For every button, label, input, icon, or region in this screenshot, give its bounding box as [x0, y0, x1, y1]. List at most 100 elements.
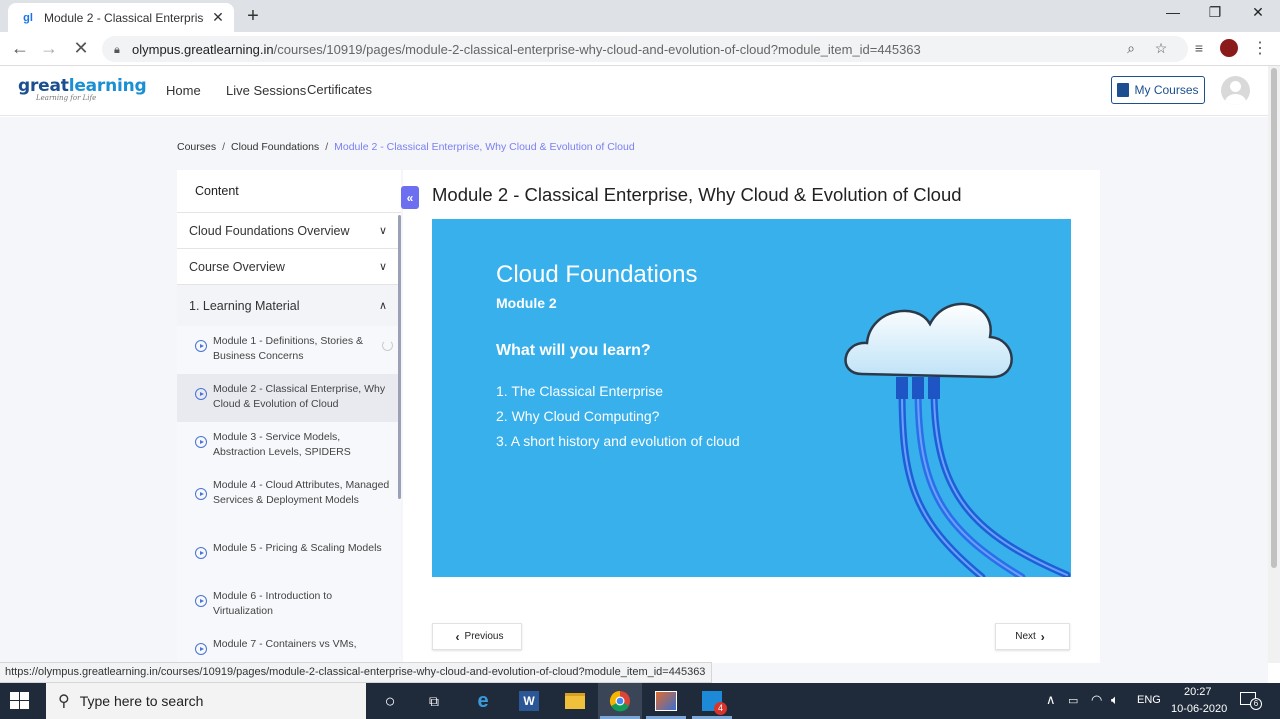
cortana-icon[interactable]: ○ — [377, 689, 403, 713]
previous-button[interactable]: ‹ Previous — [432, 623, 522, 650]
my-courses-button[interactable]: My Courses — [1111, 76, 1205, 104]
window-close-icon[interactable]: ✕ — [1248, 4, 1268, 21]
section-label: 1. Learning Material — [189, 298, 300, 313]
file-explorer-icon[interactable] — [562, 689, 588, 713]
content-sidebar: Content Cloud Foundations Overview ∨ Cou… — [177, 170, 401, 663]
book-icon — [1117, 83, 1130, 97]
back-arrow-icon[interactable]: ← — [9, 38, 31, 59]
url-text: olympus.greatlearning.in/courses/10919/p… — [132, 41, 921, 57]
action-center-icon[interactable]: 6 — [1240, 690, 1262, 710]
taskbar-search-box[interactable]: ⚲ Type here to search — [46, 683, 366, 719]
word-icon[interactable]: W — [516, 689, 542, 713]
clock-date[interactable]: 10-06-2020 — [1171, 703, 1227, 715]
browser-tab-strip: gl Module 2 - Classical Enterprise, W ✕ … — [0, 0, 1280, 32]
section-learning-material[interactable]: 1. Learning Material ∧ — [177, 284, 401, 326]
nav-live-sessions[interactable]: Live Sessions — [226, 83, 306, 98]
section-label: Course Overview — [189, 259, 285, 274]
profile-avatar-icon[interactable] — [1220, 39, 1238, 57]
bookmark-star-icon[interactable]: ☆ — [1152, 40, 1170, 57]
next-button[interactable]: Next › — [995, 623, 1070, 650]
battery-icon[interactable]: ▭ — [1068, 694, 1078, 707]
breadcrumb: Courses / Cloud Foundations / Module 2 -… — [177, 141, 635, 153]
module-item-5[interactable]: Module 5 - Pricing & Scaling Models — [177, 533, 401, 581]
module-item-6[interactable]: Module 6 - Introduction to Virtualizatio… — [177, 581, 401, 629]
previous-label: Previous — [464, 631, 504, 642]
module-label: Module 3 - Service Models, Abstraction L… — [213, 431, 351, 458]
play-circle-icon — [195, 340, 207, 352]
module-slide-image: Cloud Foundations Module 2 What will you… — [432, 219, 1071, 577]
breadcrumb-current: Module 2 - Classical Enterprise, Why Clo… — [334, 141, 635, 153]
nav-home[interactable]: Home — [166, 83, 201, 98]
chrome-icon[interactable] — [607, 689, 633, 713]
game-app-icon[interactable] — [653, 689, 679, 713]
tab-close-icon[interactable]: ✕ — [210, 9, 226, 26]
slide-title: Cloud Foundations — [496, 261, 698, 288]
page-title: Module 2 - Classical Enterprise, Why Clo… — [432, 184, 962, 205]
zoom-icon[interactable]: ⌕ — [1122, 40, 1140, 57]
cloud-cables-illustration — [844, 302, 1071, 577]
module-label: Module 6 - Introduction to Virtualizatio… — [213, 590, 333, 617]
minimize-icon[interactable]: — — [1163, 4, 1183, 20]
url-bar[interactable]: 🔒︎ olympus.greatlearning.in/courses/1091… — [102, 36, 1188, 62]
browser-menu-icon[interactable]: ⋮ — [1252, 38, 1268, 58]
status-bar-url: https://olympus.greatlearning.in/courses… — [0, 662, 713, 683]
edge-icon[interactable]: e — [470, 689, 496, 713]
my-courses-label: My Courses — [1134, 83, 1199, 97]
collapse-sidebar-button[interactable]: « — [401, 186, 419, 209]
module-item-1[interactable]: Module 1 - Definitions, Stories & Busine… — [177, 326, 401, 374]
restore-icon[interactable]: ❐ — [1205, 4, 1225, 21]
media-control-icon[interactable]: ≡ — [1190, 40, 1208, 56]
chevron-down-icon: ∨ — [378, 225, 387, 237]
mail-app-icon[interactable]: 4 — [699, 689, 727, 715]
slide-question: What will you learn? — [496, 342, 651, 359]
play-circle-icon — [195, 388, 207, 400]
next-label: Next — [1015, 631, 1036, 642]
volume-icon[interactable]: 🔈︎ — [1111, 692, 1119, 708]
section-label: Cloud Foundations Overview — [189, 223, 350, 238]
slide-list-item: 2. Why Cloud Computing? — [496, 408, 660, 424]
search-icon: ⚲ — [58, 693, 70, 710]
sidebar-heading: Content — [195, 184, 239, 198]
page-scrollbar[interactable] — [1268, 66, 1280, 663]
module-item-7[interactable]: Module 7 - Containers vs VMs, — [177, 629, 401, 663]
loading-spinner-icon — [382, 340, 393, 351]
user-avatar[interactable] — [1221, 76, 1250, 105]
play-circle-icon — [195, 595, 207, 607]
browser-tab[interactable]: gl Module 2 - Classical Enterprise, W ✕ — [8, 3, 234, 32]
address-bar-row: ← → ✕ 🔒︎ olympus.greatlearning.in/course… — [0, 32, 1280, 66]
section-course-overview[interactable]: Course Overview ∨ — [177, 248, 401, 284]
chevron-down-icon: ∨ — [378, 261, 387, 273]
module-item-3[interactable]: Module 3 - Service Models, Abstraction L… — [177, 422, 401, 470]
clock-time[interactable]: 20:27 — [1184, 686, 1212, 698]
greatlearning-logo[interactable]: greatlearning Learning for Life — [18, 76, 147, 102]
section-cloud-foundations-overview[interactable]: Cloud Foundations Overview ∨ — [177, 212, 401, 248]
breadcrumb-courses[interactable]: Courses — [177, 141, 216, 153]
breadcrumb-separator: / — [222, 141, 226, 153]
chevron-right-icon: › — [1040, 629, 1045, 644]
search-placeholder: Type here to search — [79, 693, 204, 709]
module-label: Module 4 - Cloud Attributes, Managed Ser… — [213, 479, 390, 506]
chevron-up-icon: ∧ — [378, 300, 387, 312]
notification-count: 6 — [1250, 698, 1262, 710]
chevron-left-icon: ‹ — [455, 629, 460, 644]
stop-loading-icon[interactable]: ✕ — [70, 38, 92, 59]
tray-chevron-up-icon[interactable]: ∧ — [1046, 692, 1056, 708]
module-item-4[interactable]: Module 4 - Cloud Attributes, Managed Ser… — [177, 470, 401, 533]
task-view-icon[interactable]: ⧉ — [421, 689, 447, 713]
wifi-icon[interactable]: ◠ — [1091, 692, 1102, 708]
breadcrumb-cloud-foundations[interactable]: Cloud Foundations — [231, 141, 319, 153]
module-item-2[interactable]: Module 2 - Classical Enterprise, Why Clo… — [177, 374, 401, 422]
new-tab-icon[interactable]: + — [243, 5, 263, 28]
forward-arrow-icon[interactable]: → — [38, 38, 60, 59]
nav-certificates[interactable]: Certificates — [307, 82, 372, 97]
windows-start-icon[interactable] — [10, 692, 30, 710]
module-label: Module 5 - Pricing & Scaling Models — [213, 542, 382, 554]
greatlearning-favicon-icon: gl — [23, 11, 33, 24]
slide-list-item: 3. A short history and evolution of clou… — [496, 433, 740, 449]
play-circle-icon — [195, 547, 207, 559]
sidebar-scrollbar[interactable] — [398, 215, 401, 499]
language-indicator[interactable]: ENG — [1137, 694, 1161, 706]
module-label: Module 2 - Classical Enterprise, Why Clo… — [213, 383, 386, 410]
tab-title: Module 2 - Classical Enterprise, W — [44, 10, 204, 25]
play-circle-icon — [195, 488, 207, 500]
